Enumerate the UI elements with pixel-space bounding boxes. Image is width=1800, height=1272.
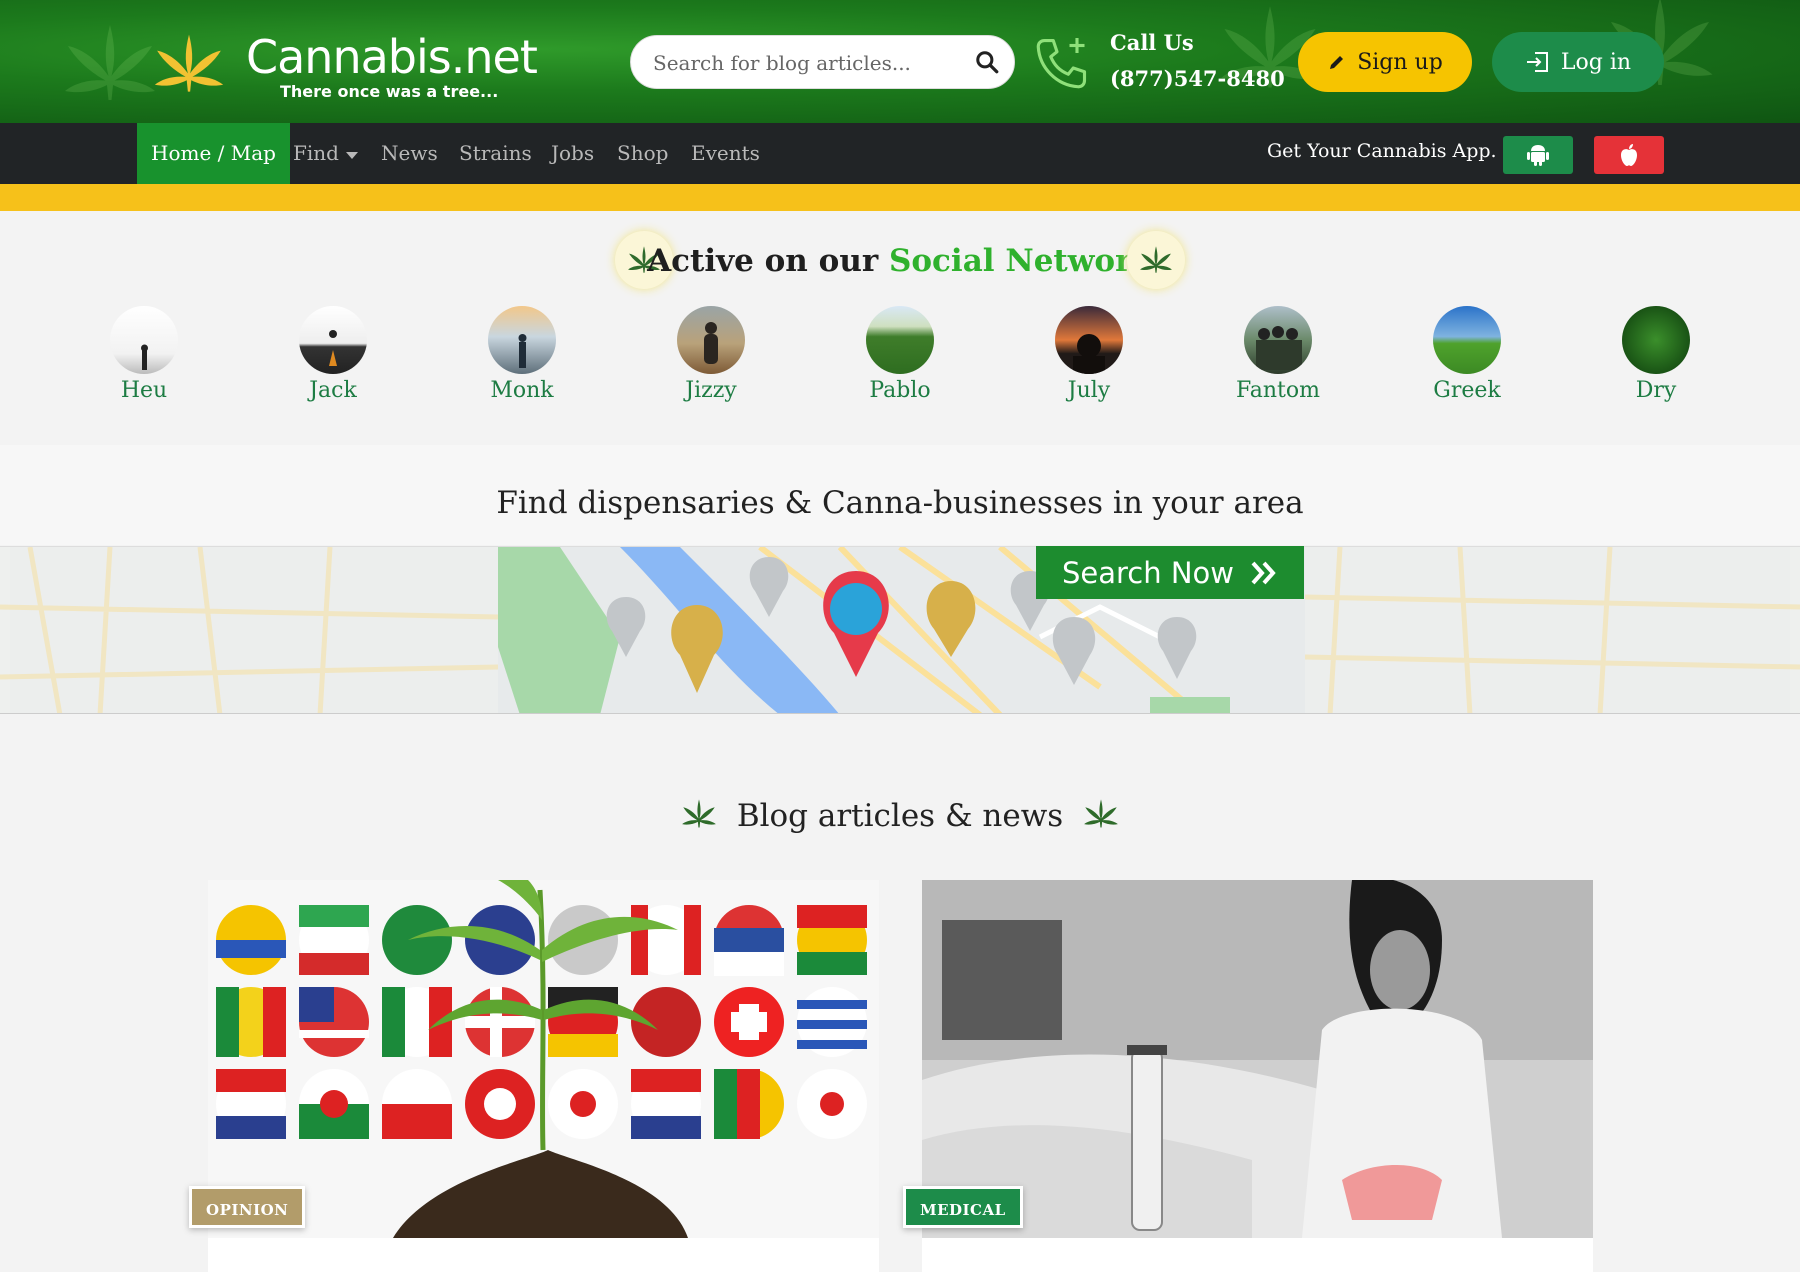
login-icon (1526, 52, 1548, 72)
search-icon[interactable] (974, 49, 1000, 75)
member-card[interactable]: Heu (84, 306, 204, 416)
member-card[interactable]: Jack (273, 306, 393, 416)
call-us-label: Call Us (1110, 30, 1194, 55)
member-name: Fantom (1235, 378, 1320, 403)
phone-number[interactable]: (877)547-8480 (1110, 66, 1285, 91)
social-title: Active on our Social Network (0, 243, 1800, 279)
pencil-icon (1330, 56, 1344, 69)
dispensary-map[interactable] (0, 546, 1800, 714)
login-label: Log in (1560, 49, 1632, 75)
apple-app-button[interactable] (1594, 136, 1664, 174)
member-card[interactable]: Jizzy (651, 306, 771, 416)
member-card[interactable]: Monk (462, 306, 582, 416)
android-app-button[interactable] (1503, 136, 1573, 174)
nav-item-jobs[interactable]: Jobs (551, 123, 594, 184)
member-name: Greek (1433, 378, 1501, 403)
member-name: Heu (120, 378, 168, 403)
avatar (299, 306, 367, 374)
avatar (866, 306, 934, 374)
login-button[interactable]: Log in (1492, 32, 1664, 92)
accent-bar (0, 184, 1800, 211)
member-card[interactable]: Fantom (1218, 306, 1338, 416)
logo-tagline: There once was a tree... (280, 82, 499, 101)
member-card[interactable]: Greek (1407, 306, 1527, 416)
nav-item-find-label: Find (293, 141, 339, 165)
cannabis-leaf-icon (1127, 231, 1185, 289)
blog-card[interactable] (208, 880, 879, 1272)
blog-search (630, 35, 1015, 89)
blog-card-image (922, 880, 1593, 1238)
member-card[interactable]: July (1029, 306, 1149, 416)
category-badge[interactable]: MEDICAL (903, 1186, 1023, 1228)
double-chevron-right-icon (1251, 561, 1276, 584)
member-card[interactable]: Dry (1596, 306, 1716, 416)
nav-item-strains[interactable]: Strains (459, 123, 532, 184)
member-name: Dry (1635, 378, 1677, 403)
member-name: July (1067, 378, 1111, 403)
member-name: Jizzy (685, 378, 737, 403)
member-name: Jack (309, 378, 357, 403)
logo-name: Cannabis.net (246, 30, 538, 84)
apple-icon (1621, 144, 1637, 166)
site-header: Cannabis.net There once was a tree... Ca… (0, 0, 1800, 123)
avatar (1244, 306, 1312, 374)
map-graphic (0, 547, 1800, 713)
nav-item-find[interactable]: Find (293, 123, 359, 184)
blog-title-text: Blog articles & news (736, 798, 1064, 834)
caret-down-icon (346, 152, 359, 159)
phone-icon (1036, 38, 1087, 89)
avatar (1055, 306, 1123, 374)
search-input[interactable] (653, 48, 963, 78)
signup-button[interactable]: Sign up (1298, 32, 1472, 92)
blog-card-image (208, 880, 879, 1238)
avatar (488, 306, 556, 374)
nav-item-events[interactable]: Events (691, 123, 760, 184)
avatar (1622, 306, 1690, 374)
main-nav: Home / Map Find News Strains Jobs Shop E… (0, 123, 1800, 184)
nav-item-home-map[interactable]: Home / Map (137, 123, 290, 184)
social-title-highlight[interactable]: Social Network (889, 243, 1153, 279)
search-now-button[interactable]: Search Now (1036, 546, 1304, 599)
member-name: Pablo (869, 378, 931, 403)
search-now-label: Search Now (1061, 555, 1234, 590)
site-logo[interactable]: Cannabis.net There once was a tree... (148, 20, 538, 104)
signup-label: Sign up (1357, 49, 1443, 75)
category-badge[interactable]: OPINION (189, 1186, 306, 1228)
member-card[interactable]: Pablo (840, 306, 960, 416)
cannabis-leaf-icon (1084, 799, 1118, 828)
cannabis-leaf-icon (154, 34, 224, 92)
app-prompt: Get Your Cannabis App. (1267, 140, 1497, 162)
android-icon (1527, 145, 1549, 166)
avatar (677, 306, 745, 374)
nav-item-shop[interactable]: Shop (617, 123, 668, 184)
member-name: Monk (490, 378, 554, 403)
social-title-prefix: Active on our (647, 243, 889, 279)
social-network-section: Active on our Social Network Heu Jack Mo… (0, 211, 1800, 445)
avatar (110, 306, 178, 374)
cannabis-leaf-icon (682, 799, 716, 828)
avatar (1433, 306, 1501, 374)
find-title: Find dispensaries & Canna-businesses in … (496, 485, 1304, 521)
blog-section-title: Blog articles & news (0, 796, 1800, 834)
nav-item-news[interactable]: News (381, 123, 438, 184)
call-us[interactable]: Call Us (877)547-8480 (1032, 30, 1285, 100)
